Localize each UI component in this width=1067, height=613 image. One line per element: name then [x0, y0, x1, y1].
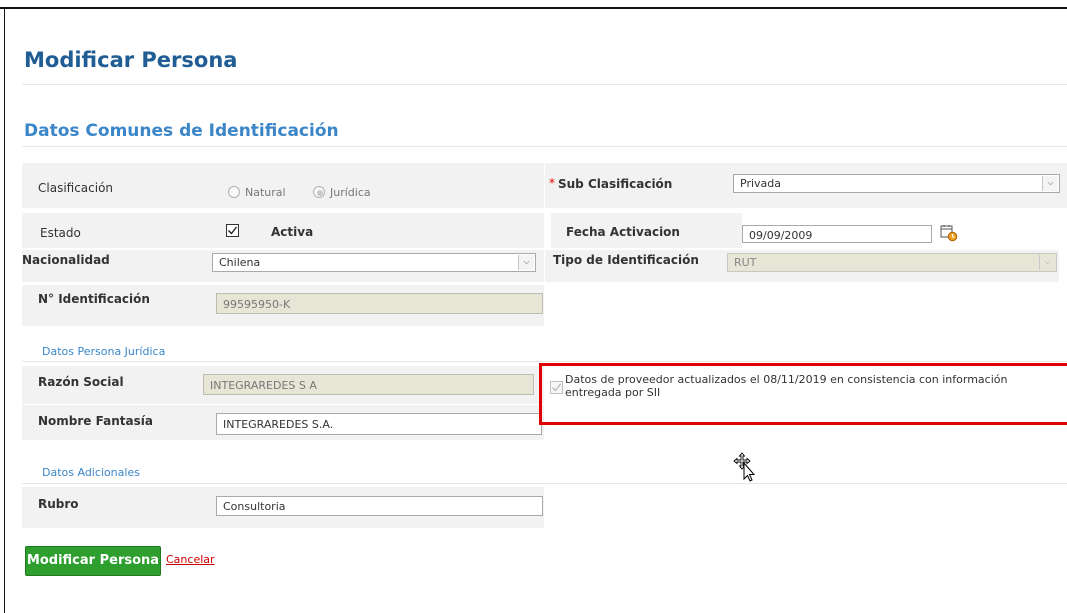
radio-natural[interactable]: Natural	[213, 184, 313, 200]
modificar-persona-button[interactable]: Modificar Persona	[25, 546, 161, 576]
check-icon	[552, 383, 562, 392]
juridica-divider	[22, 361, 1067, 362]
radio-natural-label: Natural	[245, 186, 286, 199]
move-cursor-icon	[732, 451, 758, 483]
nombre-fantasia-label: Nombre Fantasía	[38, 414, 153, 428]
required-mark: *	[549, 176, 555, 190]
fecha-activacion-label: Fecha Activacion	[566, 225, 680, 239]
razon-social-label: Razón Social	[38, 375, 124, 389]
adicionales-section-title: Datos Adicionales	[42, 466, 140, 479]
section-title: Datos Comunes de Identificación	[24, 121, 339, 141]
adicionales-divider	[22, 483, 1067, 484]
title-divider	[22, 84, 1067, 85]
page-title: Modificar Persona	[24, 48, 238, 72]
rubro-label: Rubro	[38, 497, 79, 511]
nacionalidad-value: Chilena	[219, 256, 261, 269]
sub-clasificacion-value: Privada	[740, 177, 781, 190]
activa-checkbox[interactable]	[226, 224, 239, 237]
sub-clasificacion-select[interactable]: Privada ⌵	[733, 174, 1060, 193]
fecha-activacion-input[interactable]: 09/09/2009	[742, 225, 932, 243]
estado-label: Estado	[40, 226, 81, 240]
section-divider	[22, 146, 1067, 147]
tipo-identificacion-value: RUT	[734, 256, 757, 269]
identificacion-input: 99595950-K	[216, 293, 543, 314]
clasificacion-label: Clasificación	[38, 181, 114, 195]
identificacion-label: N° Identificación	[38, 292, 150, 306]
juridica-section-title: Datos Persona Jurídica	[42, 345, 166, 358]
radio-juridica-circle[interactable]	[313, 186, 325, 198]
tipo-identificacion-select: RUT ⌵	[727, 253, 1057, 272]
sub-clasificacion-label: Sub Clasificación	[558, 177, 673, 191]
cancelar-link[interactable]: Cancelar	[166, 553, 215, 566]
top-border	[0, 0, 1067, 9]
check-icon	[228, 226, 238, 235]
nacionalidad-label: Nacionalidad	[22, 253, 110, 267]
radio-natural-circle[interactable]	[228, 186, 240, 198]
chevron-down-icon[interactable]: ⌵	[518, 255, 534, 270]
nacionalidad-select[interactable]: Chilena ⌵	[212, 253, 536, 272]
left-border	[4, 9, 5, 613]
calendar-icon[interactable]	[940, 224, 958, 242]
nombre-fantasia-input[interactable]: INTEGRAREDES S.A.	[216, 413, 542, 435]
radio-juridica-label: Jurídica	[330, 186, 371, 199]
chevron-down-icon: ⌵	[1039, 255, 1055, 270]
chevron-down-icon[interactable]: ⌵	[1042, 176, 1058, 191]
sii-checkbox	[550, 381, 563, 394]
radio-juridica[interactable]: Jurídica	[310, 184, 390, 200]
tipo-identificacion-label: Tipo de Identificación	[553, 253, 699, 267]
razon-social-input: INTEGRAREDES S A	[203, 374, 534, 395]
sii-note: Datos de proveedor actualizados el 08/11…	[565, 373, 1008, 399]
activa-label: Activa	[271, 225, 314, 239]
rubro-input[interactable]: Consultoria	[216, 496, 543, 516]
